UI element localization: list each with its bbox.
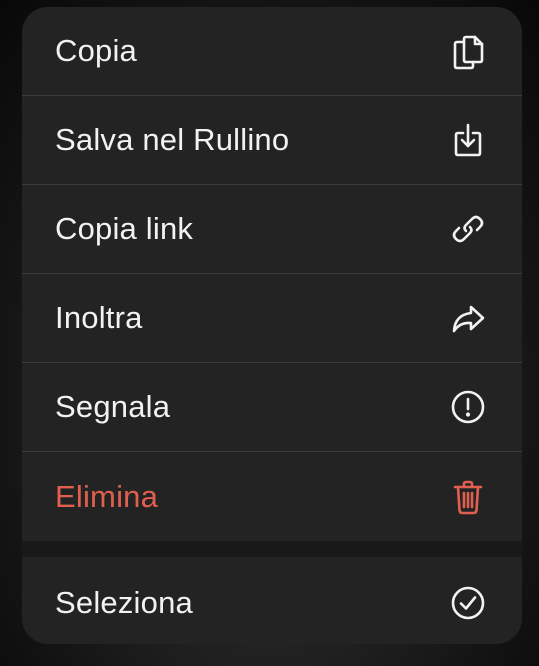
link-icon xyxy=(448,209,488,249)
menu-item-label: Salva nel Rullino xyxy=(55,122,290,157)
menu-item-label: Inoltra xyxy=(55,300,143,335)
menu-item-report[interactable]: Segnala xyxy=(22,363,522,452)
menu-item-label: Copia xyxy=(55,33,137,68)
menu-item-label: Copia link xyxy=(55,211,194,246)
menu-item-delete[interactable]: Elimina xyxy=(22,452,522,541)
group-separator xyxy=(22,541,522,557)
menu-item-forward[interactable]: Inoltra xyxy=(22,274,522,363)
menu-item-label: Seleziona xyxy=(55,585,193,620)
save-download-icon xyxy=(448,120,488,160)
exclamation-circle-icon xyxy=(448,387,488,427)
forward-arrow-icon xyxy=(448,298,488,338)
menu-item-copy-link[interactable]: Copia link xyxy=(22,185,522,274)
menu-item-save-to-camera-roll[interactable]: Salva nel Rullino xyxy=(22,96,522,185)
menu-item-select[interactable]: Seleziona xyxy=(22,557,522,644)
copy-icon xyxy=(448,31,488,71)
context-menu-main-group: Copia Salva nel Rullino Copia link Inolt… xyxy=(22,7,522,541)
context-menu: Copia Salva nel Rullino Copia link Inolt… xyxy=(22,7,522,644)
checkmark-circle-icon xyxy=(448,583,488,623)
trash-icon xyxy=(448,477,488,517)
menu-item-label: Segnala xyxy=(55,389,171,424)
menu-item-label: Elimina xyxy=(55,478,159,514)
context-menu-secondary-group: Seleziona xyxy=(22,557,522,644)
menu-item-copy[interactable]: Copia xyxy=(22,7,522,96)
